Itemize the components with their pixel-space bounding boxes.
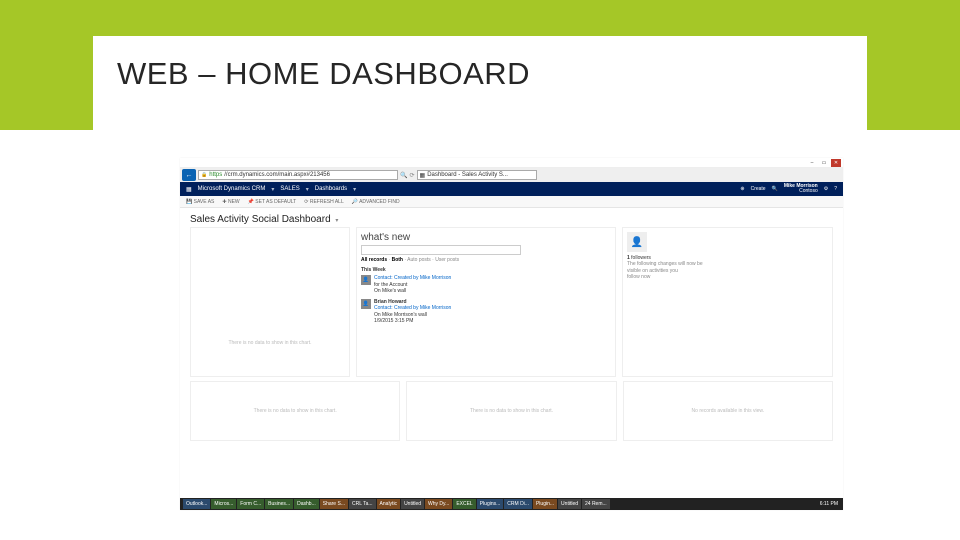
empty-chart-message: There is no data to show in this chart.	[191, 408, 399, 414]
nav-caret-icon[interactable]: ▾	[271, 186, 274, 193]
filter-both[interactable]: Both	[392, 257, 403, 263]
refresh-icon: ⟳	[304, 199, 308, 205]
taskbar-item[interactable]: Form C...	[237, 499, 264, 509]
post-title: Brian Howard	[374, 299, 407, 305]
url-scheme: https	[209, 172, 222, 178]
post-link[interactable]: Contact: Created by Mike Morrison	[374, 305, 451, 311]
dashboard-title-text: Sales Activity Social Dashboard	[190, 214, 331, 225]
tab-title: Dashboard - Sales Activity S...	[427, 172, 508, 178]
window-title-bar: – ▭ ✕	[180, 158, 843, 168]
whats-new-title: what's new	[361, 232, 611, 243]
slide-title-band: WEB – HOME DASHBOARD	[0, 0, 960, 130]
empty-list-message: No records available in this view.	[624, 408, 832, 414]
empty-chart-message: There is no data to show in this chart.	[191, 340, 349, 346]
contact-icon: 👤	[361, 299, 371, 309]
feed-filters: All records · Both · Auto posts · User p…	[361, 257, 611, 263]
post-timestamp: 1/9/2015 3:15 PM	[374, 318, 413, 324]
nav-settings-icon[interactable]: ⚙	[824, 186, 828, 192]
chart-panel: There is no data to show in this chart.	[190, 381, 400, 441]
taskbar-item[interactable]: Why Dy...	[425, 499, 452, 509]
taskbar-item[interactable]: 24 Rem...	[582, 499, 610, 509]
cmd-new[interactable]: ✚ NEW	[222, 199, 239, 205]
taskbar-item[interactable]: Outlook...	[183, 499, 210, 509]
chart-panel: There is no data to show in this chart.	[406, 381, 616, 441]
taskbar-item[interactable]: EXCEL	[453, 499, 475, 509]
followers-panel: 👤 1 followers The following changes will…	[622, 227, 833, 377]
filter-user[interactable]: User posts	[435, 257, 459, 263]
nav-area[interactable]: SALES	[280, 186, 299, 192]
filter-auto[interactable]: Auto posts	[407, 257, 431, 263]
nav-create-icon[interactable]: ⊕	[740, 186, 744, 192]
contact-icon: 👤	[361, 275, 371, 285]
taskbar-item[interactable]: CRM Di...	[504, 499, 532, 509]
taskbar-item[interactable]: Plugin...	[533, 499, 557, 509]
nav-help-icon[interactable]: ?	[834, 186, 837, 192]
new-icon: ✚	[222, 199, 226, 205]
filter-all[interactable]: All records	[361, 257, 387, 263]
command-bar: 💾 SAVE AS ✚ NEW 📌 SET AS DEFAULT ⟳ REFRE…	[180, 196, 843, 208]
post-line: On Mike Morrison's wall	[374, 312, 427, 318]
browser-toolbar: ← 🔒 https //crm.dynamics.com/main.aspx#2…	[180, 168, 843, 182]
nav-caret-icon[interactable]: ▾	[353, 186, 356, 193]
list-panel: No records available in this view.	[623, 381, 833, 441]
nav-page[interactable]: Dashboards	[315, 186, 347, 192]
app-global-nav: ▦ Microsoft Dynamics CRM ▾ SALES ▾ Dashb…	[180, 182, 843, 196]
taskbar-item[interactable]: Untitled	[401, 499, 424, 509]
tab-favicon: ▦	[420, 172, 426, 179]
app-brand[interactable]: Microsoft Dynamics CRM	[198, 186, 266, 192]
app-window: – ▭ ✕ ← 🔒 https //crm.dynamics.com/main.…	[180, 158, 843, 510]
taskbar-item[interactable]: Dashb...	[294, 499, 319, 509]
post-line: for the Account	[374, 282, 407, 288]
save-icon: 💾	[186, 199, 192, 205]
taskbar-item[interactable]: Busines...	[265, 499, 293, 509]
chevron-down-icon[interactable]: ▾	[335, 218, 338, 224]
feed-section-header: This Week	[361, 267, 611, 273]
cmd-save-as[interactable]: 💾 SAVE AS	[186, 199, 214, 205]
nav-user-org: Contoso	[784, 189, 818, 194]
taskbar-item[interactable]: Share S...	[320, 499, 348, 509]
window-close-button[interactable]: ✕	[831, 159, 841, 167]
dashboard-title[interactable]: Sales Activity Social Dashboard ▾	[180, 208, 843, 227]
taskbar-item[interactable]: Analytic	[377, 499, 401, 509]
address-bar[interactable]: 🔒 https //crm.dynamics.com/main.aspx#213…	[198, 170, 398, 180]
feed-post[interactable]: 👤 Brian Howard Contact: Created by Mike …	[361, 299, 611, 325]
post-line: On Mike's wall	[374, 288, 406, 294]
follow-info: The following changes will now be visibl…	[627, 261, 828, 281]
cmd-advanced-find[interactable]: 🔎 ADVANCED FIND	[352, 199, 400, 205]
empty-chart-message: There is no data to show in this chart.	[407, 408, 615, 414]
slide-title: WEB – HOME DASHBOARD	[117, 56, 843, 92]
cmd-refresh-all[interactable]: ⟳ REFRESH ALL	[304, 199, 344, 205]
taskbar-clock[interactable]: 6:11 PM	[820, 501, 840, 507]
chart-panel-left: There is no data to show in this chart.	[190, 227, 350, 377]
pin-icon: 📌	[248, 199, 254, 205]
url-text: //crm.dynamics.com/main.aspx#213456	[224, 172, 330, 178]
windows-taskbar: Outlook... Micros... Form C... Busines..…	[180, 498, 843, 510]
dashboard-body: There is no data to show in this chart. …	[180, 227, 843, 377]
feed-post[interactable]: 👤 Contact: Created by Mike Morrison for …	[361, 275, 611, 295]
dashboard-row-2: There is no data to show in this chart. …	[180, 377, 843, 445]
window-maximize-button[interactable]: ▭	[819, 159, 829, 167]
cmd-set-default[interactable]: 📌 SET AS DEFAULT	[248, 199, 297, 205]
nav-create-label[interactable]: Create	[751, 186, 766, 192]
nav-caret-icon[interactable]: ▾	[306, 186, 309, 193]
app-logo-icon[interactable]: ▦	[186, 186, 192, 193]
post-input[interactable]	[361, 245, 521, 255]
browser-back-button[interactable]: ←	[182, 169, 196, 181]
browser-tab[interactable]: ▦ Dashboard - Sales Activity S...	[417, 170, 537, 180]
post-link[interactable]: Contact: Created by Mike Morrison	[374, 275, 451, 281]
slide-title-box: WEB – HOME DASHBOARD	[93, 36, 867, 130]
activity-feed-panel: what's new All records · Both · Auto pos…	[356, 227, 616, 377]
taskbar-item[interactable]: Plugins...	[477, 499, 504, 509]
taskbar-item[interactable]: Untitled	[558, 499, 581, 509]
lock-icon: 🔒	[201, 172, 207, 178]
nav-search-icon[interactable]: 🔍	[772, 186, 778, 192]
window-minimize-button[interactable]: –	[807, 159, 817, 167]
taskbar-item[interactable]: Micros...	[211, 499, 236, 509]
taskbar-item[interactable]: CRL Ta...	[349, 499, 376, 509]
avatar: 👤	[627, 232, 647, 252]
find-icon: 🔎	[352, 199, 358, 205]
search-icon[interactable]: 🔍	[400, 172, 407, 179]
refresh-icon[interactable]: ⟳	[409, 172, 414, 179]
